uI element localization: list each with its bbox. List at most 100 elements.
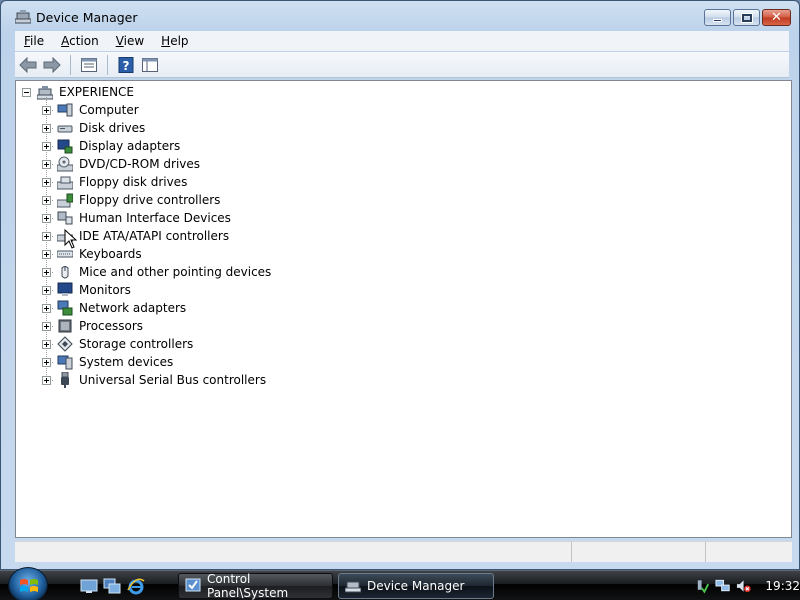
tree-item-label: Network adapters: [79, 301, 187, 315]
svg-text:?: ?: [123, 59, 130, 73]
expand-icon[interactable]: [42, 105, 51, 115]
taskbar-button-label: Control Panel\System: [207, 572, 289, 600]
tree-item-label: Computer: [79, 103, 139, 117]
tree-item-label: Storage controllers: [79, 337, 194, 351]
close-button[interactable]: ✕: [762, 9, 791, 26]
tree-root-label: EXPERIENCE: [59, 85, 135, 99]
minimize-button[interactable]: [704, 9, 731, 26]
tree-item[interactable]: Keyboards: [42, 245, 142, 263]
tree-item-label: Keyboards: [79, 247, 142, 261]
status-cell-main: [15, 541, 571, 562]
expand-icon[interactable]: [42, 159, 51, 169]
forward-button[interactable]: [41, 54, 63, 76]
taskbar-button-label: Device Manager: [367, 579, 465, 593]
tree-item-label: DVD/CD-ROM drives: [79, 157, 201, 171]
processor-icon: [58, 319, 72, 333]
tree-item[interactable]: Monitors: [42, 281, 131, 299]
minimize-icon: [713, 19, 722, 22]
tree-item[interactable]: Human Interface Devices: [42, 209, 231, 227]
tree-item[interactable]: Floppy drive controllers: [42, 191, 220, 209]
tree-item-label: Universal Serial Bus controllers: [79, 373, 267, 387]
tree-item-label: Monitors: [79, 283, 131, 297]
collapse-icon[interactable]: [22, 87, 31, 97]
properties-button[interactable]: [78, 54, 100, 76]
expand-icon[interactable]: [42, 321, 51, 331]
tree-item[interactable]: Floppy disk drives: [42, 173, 187, 191]
tree-item[interactable]: Universal Serial Bus controllers: [42, 371, 266, 389]
expand-icon[interactable]: [42, 123, 51, 133]
expand-icon[interactable]: [42, 303, 51, 313]
show-hide-console-tree-icon: [142, 57, 158, 72]
tree-item[interactable]: DVD/CD-ROM drives: [42, 155, 200, 173]
tree-item-label: IDE ATA/ATAPI controllers: [79, 229, 230, 243]
expand-icon[interactable]: [42, 285, 51, 295]
tree-item[interactable]: Computer: [42, 101, 139, 119]
status-bar: [15, 541, 792, 562]
tree-item-label: Floppy disk drives: [79, 175, 188, 189]
close-icon: ✕: [771, 10, 782, 25]
expand-icon[interactable]: [42, 141, 51, 151]
switch-windows-icon[interactable]: [103, 577, 121, 595]
menu-file[interactable]: File: [15, 34, 52, 48]
back-arrow-icon: [19, 56, 37, 73]
hid-icon: [57, 211, 73, 225]
maximize-icon: [740, 12, 753, 23]
volume-muted-icon[interactable]: [736, 578, 751, 594]
tree-item-label: Mice and other pointing devices: [79, 265, 272, 279]
taskbar-button-control-panel[interactable]: Control Panel\System: [178, 572, 333, 600]
tree-item[interactable]: System devices: [42, 353, 173, 371]
expand-icon[interactable]: [42, 195, 51, 205]
display-adapter-icon: [57, 139, 73, 154]
status-cell-2: [571, 541, 705, 562]
safely-remove-icon[interactable]: [694, 578, 710, 594]
expand-icon[interactable]: [42, 177, 51, 187]
tree-item-label: Floppy drive controllers: [79, 193, 221, 207]
tree-item[interactable]: Storage controllers: [42, 335, 193, 353]
expand-icon[interactable]: [42, 375, 51, 385]
mouse-cursor-icon: [64, 229, 78, 249]
network-icon[interactable]: [715, 578, 730, 594]
tree-item[interactable]: Processors: [42, 317, 143, 335]
expand-icon[interactable]: [42, 357, 51, 367]
clock[interactable]: 19:32: [765, 579, 800, 593]
menu-view[interactable]: View: [107, 34, 152, 48]
tree-root[interactable]: EXPERIENCE: [22, 83, 134, 101]
menu-action[interactable]: Action: [52, 34, 107, 48]
tree-item-label: Display adapters: [79, 139, 181, 153]
title-bar[interactable]: Device Manager ✕: [1, 1, 799, 31]
network-adapter-icon: [57, 300, 73, 316]
device-manager-icon: [15, 10, 31, 24]
maximize-button[interactable]: [733, 9, 760, 26]
tree-item[interactable]: Mice and other pointing devices: [42, 263, 271, 281]
expand-icon[interactable]: [42, 231, 51, 241]
expand-icon[interactable]: [42, 267, 51, 277]
storage-controller-icon: [57, 336, 73, 352]
menu-bar: File Action View Help: [15, 31, 789, 51]
internet-explorer-icon[interactable]: [127, 577, 145, 595]
back-button[interactable]: [17, 54, 39, 76]
tree-item[interactable]: Disk drives: [42, 119, 145, 137]
show-desktop-icon[interactable]: [80, 577, 98, 595]
forward-arrow-icon: [43, 56, 61, 73]
monitor-icon: [57, 282, 73, 296]
menu-help[interactable]: Help: [152, 34, 196, 48]
help-button[interactable]: ?: [115, 54, 137, 76]
tree-item[interactable]: Network adapters: [42, 299, 186, 317]
tree-item-label: Disk drives: [79, 121, 146, 135]
expand-icon[interactable]: [42, 339, 51, 349]
control-panel-icon: [185, 578, 201, 592]
help-icon: ?: [118, 56, 134, 73]
toolbar: ?: [15, 52, 789, 78]
device-manager-icon: [345, 581, 361, 593]
tree-item[interactable]: Display adapters: [42, 137, 180, 155]
toolbar-separator: [70, 54, 71, 75]
expand-icon[interactable]: [42, 213, 51, 223]
toolbar-separator: [107, 54, 108, 75]
show-hide-console-tree-button[interactable]: [139, 54, 161, 76]
device-tree[interactable]: EXPERIENCE Computer Disk drives Display ad…: [15, 80, 792, 538]
tree-item-label: System devices: [79, 355, 174, 369]
start-button[interactable]: [8, 567, 48, 600]
mouse-icon: [61, 266, 69, 279]
taskbar-button-device-manager[interactable]: Device Manager: [338, 573, 494, 599]
expand-icon[interactable]: [42, 249, 51, 259]
